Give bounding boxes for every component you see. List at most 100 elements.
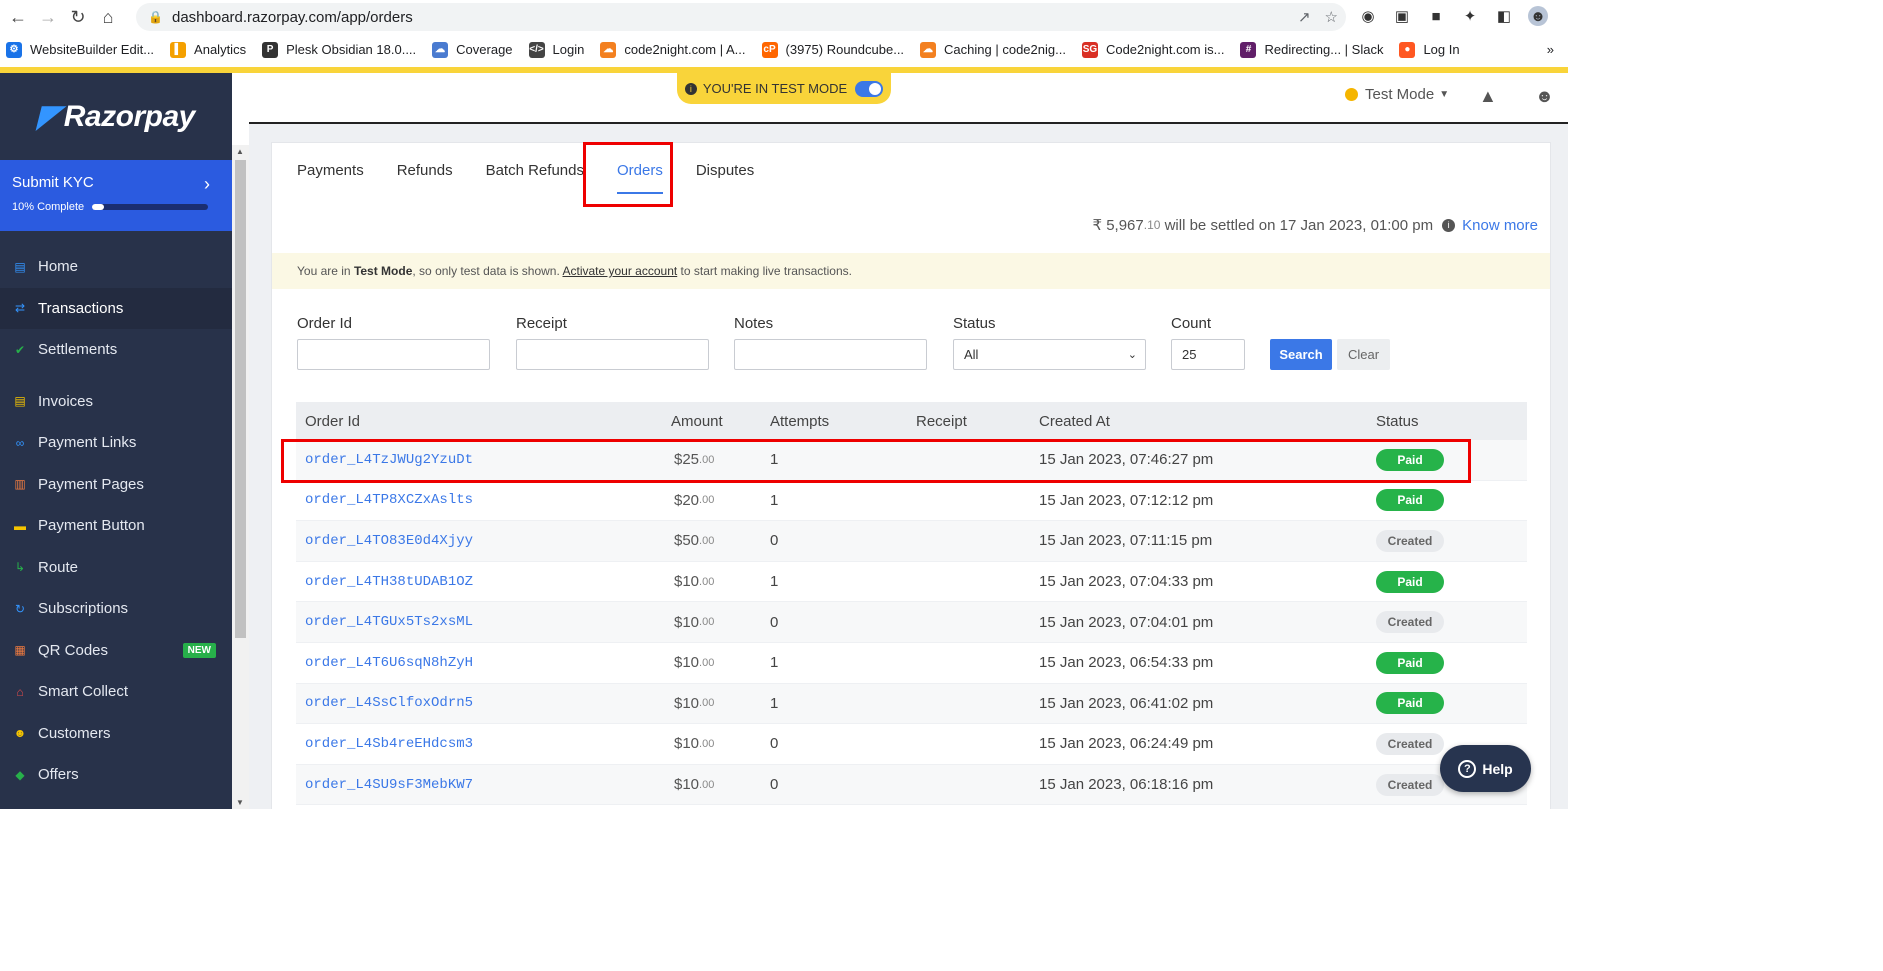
user-icon[interactable]: ☻ [1535, 86, 1554, 107]
column-header[interactable]: Attempts [770, 413, 829, 430]
extension-icon[interactable]: ▣ [1392, 6, 1412, 26]
kyc-title: Submit KYC [12, 174, 94, 191]
extension-icon[interactable]: ◉ [1358, 6, 1378, 26]
status-select[interactable]: All ⌄ [953, 339, 1146, 370]
sidebar-item-invoices[interactable]: ▤ Invoices [0, 381, 232, 423]
sidebar-item-customers[interactable]: ☻ Customers [0, 713, 232, 755]
order-id-link[interactable]: order_L4T6U6sqN8hZyH [305, 643, 473, 683]
share-icon[interactable]: ↗ [1298, 8, 1311, 26]
column-header[interactable]: Order Id [305, 413, 360, 430]
sidebar-item-payment-links[interactable]: ∞ Payment Links [0, 422, 232, 464]
receipt-input[interactable] [516, 339, 709, 370]
bookmark-item[interactable]: ☁ code2night.com | A... [600, 41, 746, 58]
sidebar-item-smart-collect[interactable]: ⌂ Smart Collect [0, 671, 232, 713]
profile-avatar[interactable]: ☻ [1528, 6, 1548, 26]
scrollbar-thumb[interactable] [235, 160, 246, 638]
reload-icon[interactable]: ↻ [66, 5, 90, 29]
table-row[interactable]: order_L4TP8XCZxAslts $ 20.00 1 15 Jan 2023,… [296, 481, 1527, 522]
address-bar[interactable]: 🔒 dashboard.razorpay.com/app/orders ↗ ☆ [136, 3, 1346, 31]
sidebar-item-qr-codes[interactable]: ▦ QR Codes NEW [0, 630, 232, 672]
help-button[interactable]: ? Help [1440, 745, 1531, 792]
table-row[interactable]: order_L4SU9sF3MebKW7 $ 10.00 0 15 Jan 2023,… [296, 764, 1527, 806]
highlight-box-orders-tab [583, 142, 673, 207]
attempts-cell: 0 [770, 532, 779, 550]
tab-batch-refunds[interactable]: Batch Refunds [486, 161, 584, 194]
column-header[interactable]: Created At [1039, 413, 1110, 430]
sidebar-item-transactions[interactable]: ⇄ Transactions [0, 287, 232, 329]
bookmark-label: Code2night.com is... [1105, 42, 1225, 57]
know-more-link[interactable]: Know more [1462, 217, 1538, 234]
table-row[interactable]: order_L4TH38tUDAB1OZ $ 10.00 1 15 Jan 2023,… [296, 562, 1527, 603]
scroll-up-icon[interactable]: ▲ [236, 147, 244, 156]
bookmark-item[interactable]: P Plesk Obsidian 18.0.... [262, 41, 416, 58]
razorpay-mark-icon: ◤ [37, 100, 60, 133]
sidebar-item-home[interactable]: ▤ Home [0, 246, 232, 288]
bookmarks-overflow-icon[interactable]: » [1546, 42, 1554, 57]
forward-icon[interactable]: → [36, 5, 60, 29]
table-row[interactable]: order_L4T6U6sqN8hZyH $ 10.00 1 15 Jan 2023,… [296, 643, 1527, 684]
back-icon[interactable]: ← [6, 5, 30, 29]
razorpay-logo[interactable]: ◤ Razorpay [0, 73, 232, 160]
column-header[interactable]: Receipt [916, 413, 967, 430]
bookmark-item[interactable]: cP (3975) Roundcube... [761, 41, 904, 58]
amount-decimal: .00 [699, 737, 715, 750]
puzzle-icon[interactable]: ✦ [1460, 6, 1480, 26]
bookmark-favicon-icon: P [262, 41, 279, 58]
order-id-link[interactable]: order_L4TH38tUDAB1OZ [305, 562, 473, 602]
info-icon[interactable]: i [1442, 218, 1456, 232]
table-row[interactable]: order_L4SsClfoxOdrn5 $ 10.00 1 15 Jan 2023,… [296, 683, 1527, 725]
sidebar-item-payment-pages[interactable]: ▥ Payment Pages [0, 464, 232, 506]
tab-refunds[interactable]: Refunds [397, 161, 453, 194]
sidebar-item-payment-button[interactable]: ▬ Payment Button [0, 505, 232, 547]
order-id-link[interactable]: order_L4SsClfoxOdrn5 [305, 684, 473, 724]
bookmark-item[interactable]: ☁ Coverage [432, 41, 513, 58]
sidepanel-icon[interactable]: ◧ [1494, 6, 1514, 26]
notification-icon[interactable]: ▲ [1479, 86, 1497, 107]
order-id-link[interactable]: order_L4TGUx5Ts2xsML [305, 602, 473, 642]
created-at-cell: 15 Jan 2023, 07:04:33 pm [1039, 573, 1214, 591]
bookmark-item[interactable]: # Redirecting... | Slack [1240, 41, 1383, 58]
column-header[interactable]: Amount [671, 413, 723, 430]
activate-account-link[interactable]: Activate your account [562, 264, 677, 278]
attempts-cell: 1 [770, 491, 779, 509]
bookmark-item[interactable]: </> Login [528, 41, 584, 58]
sidebar-scrollbar[interactable]: ▲ ▼ [232, 145, 249, 809]
order-id-link[interactable]: order_L4SU9sF3MebKW7 [305, 765, 473, 805]
order-id-link[interactable]: order_L4TP8XCZxAslts [305, 481, 473, 521]
sidebar-item-route[interactable]: ↳ Route [0, 547, 232, 589]
camera-icon[interactable]: ■ [1426, 6, 1446, 26]
order-id-link[interactable]: order_L4Sb4reEHdcsm3 [305, 724, 473, 764]
table-row[interactable]: order_L4TO83E0d4Xjyy $ 50.00 0 15 Jan 2023,… [296, 521, 1527, 562]
column-header[interactable]: Status [1376, 413, 1419, 430]
scroll-down-icon[interactable]: ▼ [236, 798, 244, 807]
test-mode-dropdown[interactable]: Test Mode ▼ [1345, 86, 1449, 103]
notes-input[interactable] [734, 339, 927, 370]
currency-symbol: $ [674, 735, 683, 753]
tab-disputes[interactable]: Disputes [696, 161, 754, 194]
currency-symbol: $ [674, 654, 683, 672]
link-icon: ∞ [15, 435, 25, 450]
sidebar-item-offers[interactable]: ◆ Offers [0, 754, 232, 796]
settlement-info: ₹ 5,967.10 will be settled on 17 Jan 202… [1092, 216, 1538, 235]
created-at-cell: 15 Jan 2023, 06:54:33 pm [1039, 654, 1214, 672]
test-mode-toggle[interactable] [855, 80, 884, 97]
sidebar-item-subscriptions[interactable]: ↻ Subscriptions [0, 588, 232, 630]
star-icon[interactable]: ☆ [1325, 8, 1338, 26]
table-row[interactable]: order_L4Sb4reEHdcsm3 $ 10.00 0 15 Jan 2023,… [296, 724, 1527, 765]
bookmark-item[interactable]: SG Code2night.com is... [1081, 41, 1225, 58]
table-row[interactable]: order_L4TGUx5Ts2xsML $ 10.00 0 15 Jan 2023,… [296, 602, 1527, 643]
bookmark-item[interactable]: ● Log In [1399, 41, 1460, 58]
bookmark-item[interactable]: ☁ Caching | code2nig... [920, 41, 1066, 58]
tab-payments[interactable]: Payments [297, 161, 364, 194]
search-button[interactable]: Search [1270, 339, 1332, 370]
order-id-link[interactable]: order_L4TO83E0d4Xjyy [305, 521, 473, 561]
sidebar-item-settlements[interactable]: ✔ Settlements [0, 329, 232, 371]
home-icon[interactable]: ⌂ [96, 5, 120, 29]
bookmark-label: Analytics [194, 42, 247, 57]
submit-kyc-banner[interactable]: Submit KYC › 10% Complete [0, 160, 232, 231]
bookmark-item[interactable]: ⚙ WebsiteBuilder Edit... [6, 41, 154, 58]
count-input[interactable] [1171, 339, 1245, 370]
order-id-input[interactable] [297, 339, 490, 370]
bookmark-item[interactable]: ▌ Analytics [170, 41, 247, 58]
clear-button[interactable]: Clear [1337, 339, 1390, 370]
